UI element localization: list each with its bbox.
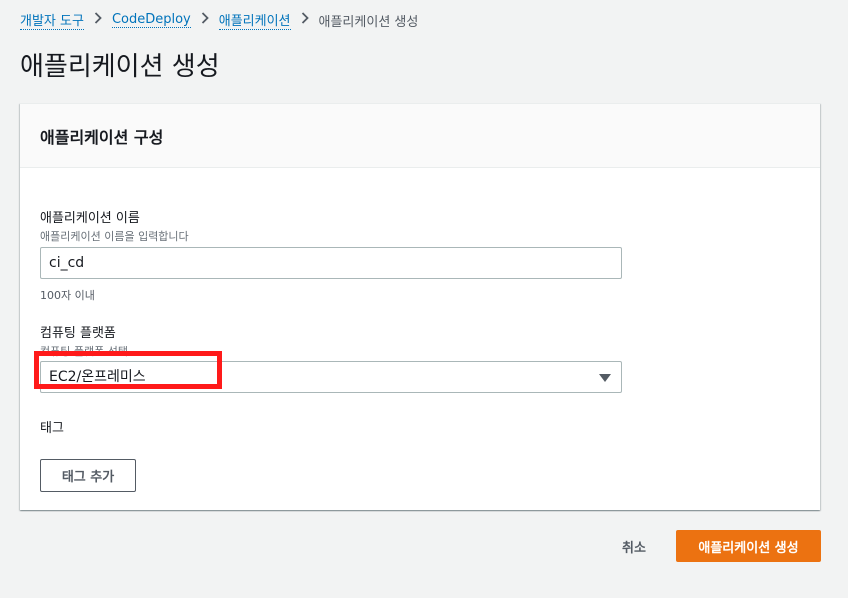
panel-header: 애플리케이션 구성 — [20, 104, 820, 168]
breadcrumb-current: 애플리케이션 생성 — [318, 14, 419, 30]
chevron-right-icon — [301, 12, 309, 28]
breadcrumb-developer-tools[interactable]: 개발자 도구 — [20, 10, 84, 30]
breadcrumb-applications[interactable]: 애플리케이션 — [218, 10, 291, 30]
chevron-right-icon — [201, 12, 209, 28]
app-name-input[interactable]: ci_cd — [40, 247, 622, 279]
app-name-value: ci_cd — [49, 255, 85, 271]
app-name-label: 애플리케이션 이름 — [40, 211, 140, 226]
compute-platform-selected: EC2/온프레미스 — [49, 369, 146, 385]
panel-title: 애플리케이션 구성 — [40, 127, 164, 147]
breadcrumb: 개발자 도구 CodeDeploy 애플리케이션 애플리케이션 생성 — [20, 10, 418, 30]
app-name-constraint: 100자 이내 — [40, 289, 95, 302]
compute-platform-select[interactable]: EC2/온프레미스 — [40, 361, 622, 393]
breadcrumb-codedeploy[interactable]: CodeDeploy — [111, 12, 191, 28]
tags-label: 태그 — [40, 421, 64, 436]
compute-platform-label: 컴퓨팅 플랫폼 — [40, 326, 116, 341]
app-name-field: 애플리케이션 이름 애플리케이션 이름을 입력합니다 ci_cd 100자 이내 — [40, 207, 622, 302]
application-config-panel: 애플리케이션 구성 애플리케이션 이름 애플리케이션 이름을 입력합니다 ci_… — [20, 103, 820, 510]
add-tag-button[interactable]: 태그 추가 — [40, 459, 136, 492]
page-title: 애플리케이션 생성 — [20, 52, 220, 82]
cancel-button[interactable]: 취소 — [610, 530, 658, 562]
app-name-description: 애플리케이션 이름을 입력합니다 — [40, 230, 189, 243]
create-application-button[interactable]: 애플리케이션 생성 — [676, 530, 821, 562]
compute-platform-description: 컴퓨팅 플랫폼 선택 — [40, 345, 128, 358]
caret-down-icon — [599, 374, 611, 382]
chevron-right-icon — [94, 12, 102, 28]
compute-platform-field: 컴퓨팅 플랫폼 컴퓨팅 플랫폼 선택 EC2/온프레미스 — [40, 322, 622, 393]
